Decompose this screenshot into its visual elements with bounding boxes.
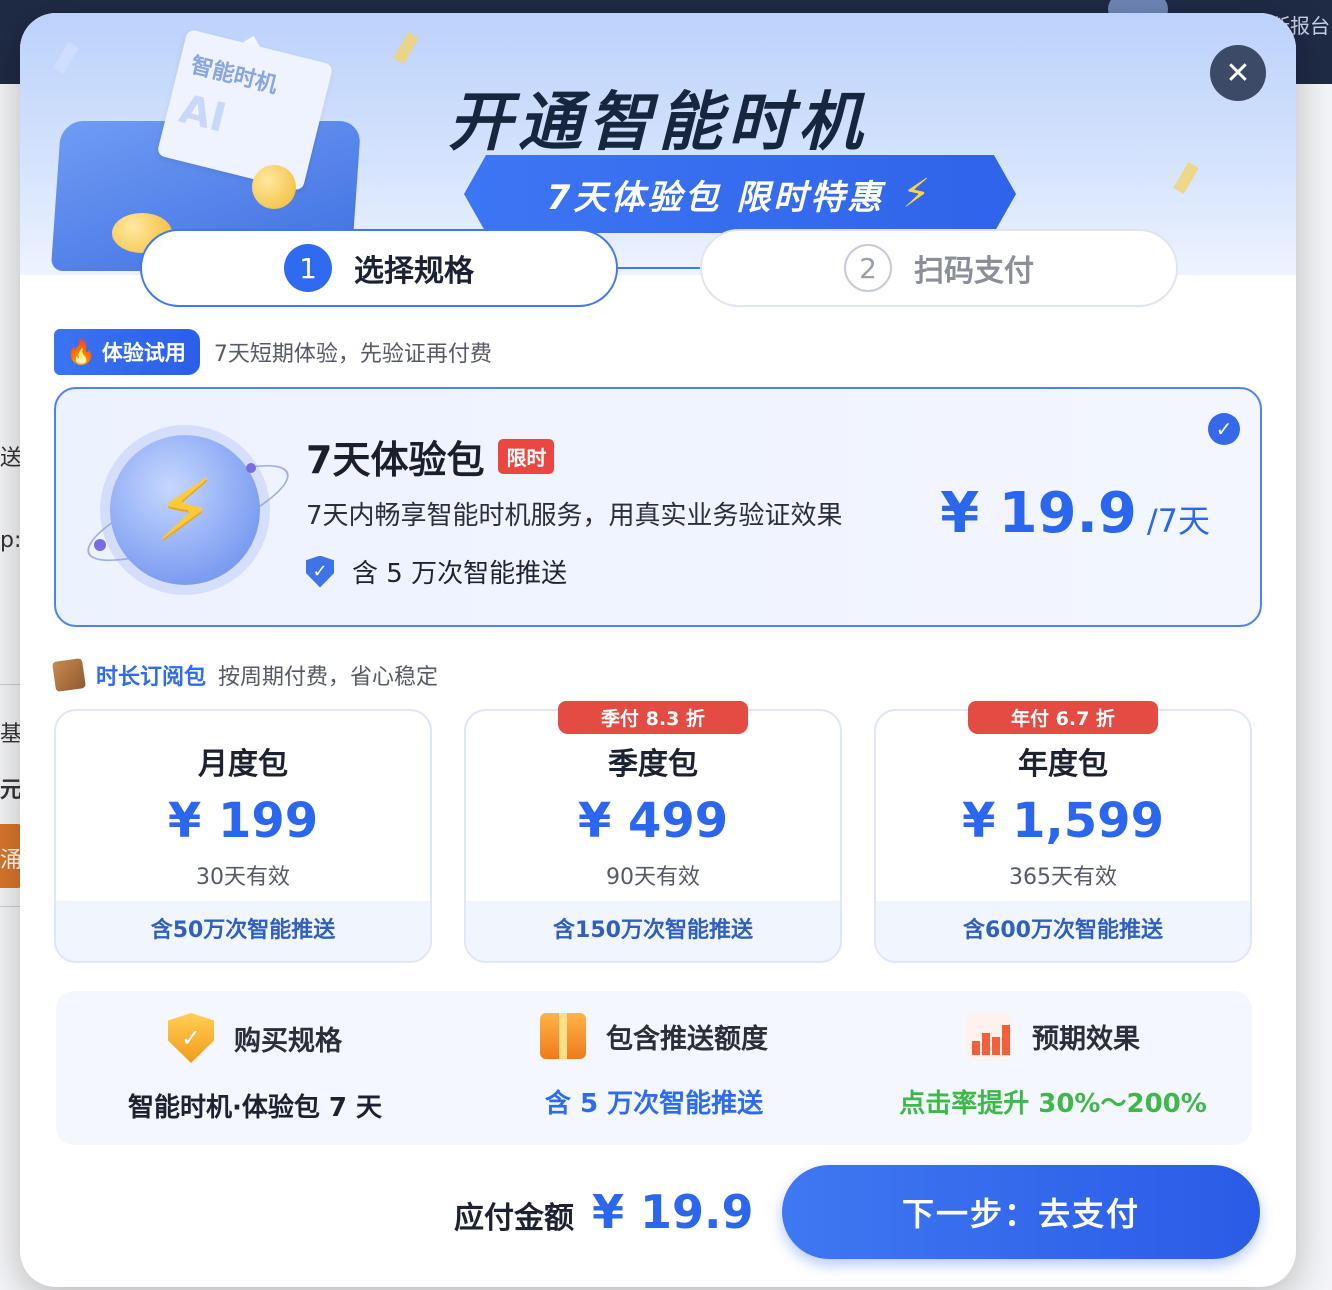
modal-title: 开通智能时机 xyxy=(448,86,868,160)
plan-card-yearly[interactable]: 年度包 ¥ 1,599 365天有效 含600万次智能推送 年付 6.7 折 xyxy=(874,701,1252,963)
plan-name: 年度包 xyxy=(1018,747,1108,782)
plan-include: 含600万次智能推送 xyxy=(876,901,1250,961)
plan-card-monthly[interactable]: 月度包 ¥ 199 30天有效 含50万次智能推送 xyxy=(54,709,432,963)
trial-plan-price: ¥ 19.9 /7天 xyxy=(940,481,1210,546)
lightning-icon: ⚡ xyxy=(902,171,934,217)
trial-price-unit: /7天 xyxy=(1146,502,1210,540)
subscription-description: 按周期付费，省心稳定 xyxy=(218,665,439,690)
plan-validity: 90天有效 xyxy=(606,865,700,890)
subscription-title: 时长订阅包 xyxy=(96,665,207,690)
gift-icon xyxy=(540,1013,586,1059)
plan-card-body: 季度包 ¥ 499 90天有效 含150万次智能推送 xyxy=(466,711,840,961)
background-fragment: p: xyxy=(0,528,22,553)
background-fragment: 送 xyxy=(0,446,23,471)
trial-plan-title-row: 7天体验包 限时 xyxy=(306,429,555,484)
trial-plan-card[interactable]: ⚡ 7天体验包 限时 7天内畅享智能时机服务，用真实业务验证效果 ✓ 含 5 万… xyxy=(54,387,1262,627)
plan-price: ¥ 499 xyxy=(577,793,729,849)
trial-price-amount: ¥ 19.9 xyxy=(940,481,1137,546)
step-number: 1 xyxy=(284,244,332,292)
plan-include: 含50万次智能推送 xyxy=(56,901,430,961)
plan-card-quarterly[interactable]: 季度包 ¥ 499 90天有效 含150万次智能推送 季付 8.3 折 xyxy=(464,701,842,963)
background-fragment: 元 xyxy=(0,778,23,803)
subscription-section-header: 时长订阅包 按周期付费，省心稳定 xyxy=(52,658,439,692)
orbit-dot xyxy=(94,539,106,551)
confetti-decoration xyxy=(1173,162,1199,194)
total-label: 应付金额 xyxy=(454,1201,574,1236)
close-button[interactable]: ✕ xyxy=(1210,45,1266,101)
plan-card-body: 年度包 ¥ 1,599 365天有效 含600万次智能推送 xyxy=(876,711,1250,961)
close-icon: ✕ xyxy=(1225,55,1251,91)
lightning-icon: ⚡ xyxy=(155,461,215,559)
purchase-modal: 智能时机 AI 开通智能时机 7天体验包 限时特惠 ⚡ ✕ 1 选择规格 2 扫… xyxy=(20,13,1296,1287)
discount-tag: 年付 6.7 折 xyxy=(968,701,1158,734)
trial-plan-description: 7天内畅享智能时机服务，用真实业务验证效果 xyxy=(306,501,843,531)
shield-check-icon: ✓ xyxy=(168,1013,214,1063)
step-label: 扫码支付 xyxy=(914,254,1034,289)
limited-tag: 限时 xyxy=(498,439,555,474)
background-fragment: 涌 xyxy=(0,848,23,873)
plan-price: ¥ 199 xyxy=(167,793,319,849)
summary-label: 包含推送额度 xyxy=(606,1023,768,1055)
summary-spec: ✓ 购买规格 智能时机·体验包 7 天 xyxy=(56,1013,454,1124)
summary-effect: 预期效果 点击率提升 30%～200% xyxy=(854,1013,1252,1120)
step-label: 选择规格 xyxy=(354,254,474,289)
step-scan-pay[interactable]: 2 扫码支付 xyxy=(700,229,1178,307)
plan-name: 月度包 xyxy=(198,747,288,782)
promo-ribbon: 7天体验包 限时特惠 ⚡ xyxy=(464,155,1016,233)
flame-icon: 🔥 xyxy=(66,338,96,366)
plan-card-body: 月度包 ¥ 199 30天有效 含50万次智能推送 xyxy=(56,711,430,961)
plan-validity: 365天有效 xyxy=(1009,865,1117,890)
selected-check-icon: ✓ xyxy=(1208,413,1240,445)
summary-value: 点击率提升 30%～200% xyxy=(899,1089,1207,1119)
summary-header: 包含推送额度 xyxy=(455,1013,853,1059)
trial-plan-include-text: 含 5 万次智能推送 xyxy=(352,559,568,589)
step-number: 2 xyxy=(844,244,892,292)
step-select-spec[interactable]: 1 选择规格 xyxy=(140,229,618,307)
confetti-decoration xyxy=(53,42,79,74)
plan-validity: 30天有效 xyxy=(196,865,290,890)
chart-up-icon xyxy=(966,1013,1012,1059)
summary-value: 智能时机·体验包 7 天 xyxy=(127,1093,383,1123)
step-connector xyxy=(618,267,700,269)
total-amount: ¥ 19.9 xyxy=(592,1185,754,1239)
summary-header: ✓ 购买规格 xyxy=(56,1013,454,1063)
plan-include: 含150万次智能推送 xyxy=(466,901,840,961)
package-box-icon xyxy=(52,658,86,692)
discount-tag: 季付 8.3 折 xyxy=(558,701,748,734)
trial-badge: 🔥 体验试用 xyxy=(54,329,200,375)
coin-icon xyxy=(252,165,296,209)
trial-plan-include: ✓ 含 5 万次智能推送 xyxy=(306,553,567,590)
summary-value: 含 5 万次智能推送 xyxy=(544,1089,764,1119)
next-step-pay-button[interactable]: 下一步：去支付 xyxy=(782,1165,1260,1259)
trial-plan-name: 7天体验包 xyxy=(306,438,485,482)
orbit-dot xyxy=(246,463,256,473)
confetti-decoration xyxy=(393,32,419,64)
total-amount-row: 应付金额 ¥ 19.9 xyxy=(454,1185,754,1239)
summary-label: 预期效果 xyxy=(1032,1023,1140,1055)
summary-label: 购买规格 xyxy=(234,1025,342,1057)
order-summary: ✓ 购买规格 智能时机·体验包 7 天 包含推送额度 含 5 万次智能推送 预期… xyxy=(56,991,1252,1145)
trial-section-description: 7天短期体验，先验证再付费 xyxy=(213,342,492,367)
trial-section-header: 🔥 体验试用 7天短期体验，先验证再付费 xyxy=(54,329,492,375)
lightning-orb-icon: ⚡ xyxy=(110,435,260,585)
promo-ribbon-text: 7天体验包 限时特惠 xyxy=(546,177,885,218)
summary-quota: 包含推送额度 含 5 万次智能推送 xyxy=(455,1013,853,1120)
plan-price: ¥ 1,599 xyxy=(962,793,1164,849)
shield-check-icon: ✓ xyxy=(306,555,334,588)
trial-badge-label: 体验试用 xyxy=(101,341,186,365)
summary-header: 预期效果 xyxy=(854,1013,1252,1059)
plan-name: 季度包 xyxy=(608,747,698,782)
